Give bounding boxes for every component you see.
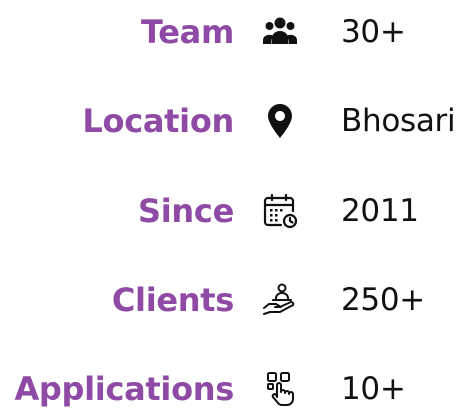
stat-value: Bhosari [341,103,456,139]
stat-label: Since [138,192,234,230]
stat-label: Applications [14,370,234,408]
stat-label: Clients [111,281,234,319]
stat-value: 10+ [341,371,406,407]
stat-label: Location [82,102,234,140]
stat-value: 250+ [341,282,425,318]
stat-row-team: Team 30+ [0,2,470,62]
stat-value: 30+ [341,14,406,50]
calendar-clock-icon [262,193,298,229]
stat-value: 2011 [341,193,419,229]
stat-row-since: Since 2011 [0,181,470,241]
hand-person-icon [262,282,298,318]
location-pin-icon [262,103,298,139]
company-stats: Team 30+ Location Bhosari Since 2011 Cli… [0,0,470,408]
stat-row-clients: Clients 250+ [0,270,470,330]
stat-label: Team [140,13,234,51]
stat-row-location: Location Bhosari [0,91,470,151]
stat-row-applications: Applications 10+ [0,359,470,419]
touch-apps-icon [262,371,298,407]
team-icon [262,14,298,50]
